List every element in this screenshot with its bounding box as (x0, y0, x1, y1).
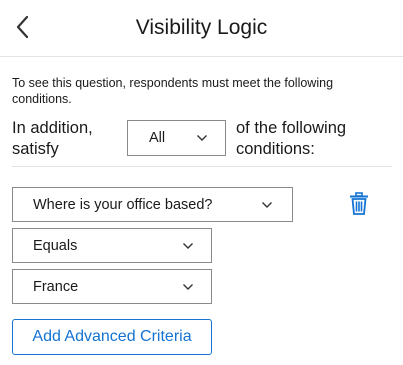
satisfy-prefix-label: In addition, satisfy (12, 118, 93, 160)
header: Visibility Logic (0, 0, 403, 57)
chevron-down-icon (183, 283, 193, 290)
satisfy-suffix-line-1: of the following (236, 119, 347, 137)
value-select-value: France (33, 278, 79, 295)
satisfy-suffix-line-2: conditions: (236, 140, 315, 158)
match-type-value: All (149, 130, 166, 146)
chevron-down-icon (183, 242, 193, 249)
satisfy-row: In addition, satisfy All of the followin… (12, 117, 392, 161)
match-type-select[interactable]: All (127, 120, 226, 156)
chevron-down-icon (262, 201, 272, 208)
value-select[interactable]: France (12, 269, 212, 304)
delete-condition-button[interactable] (348, 192, 370, 216)
page-title: Visibility Logic (135, 16, 268, 39)
add-advanced-criteria-button[interactable]: Add Advanced Criteria (12, 319, 212, 355)
trash-icon (350, 192, 368, 215)
divider (12, 166, 392, 167)
question-select[interactable]: Where is your office based? (12, 187, 293, 222)
intro-text: To see this question, respondents must m… (12, 76, 334, 106)
question-select-value: Where is your office based? (33, 196, 213, 213)
operator-select-value: Equals (33, 237, 78, 254)
satisfy-prefix-line-1: In addition, (12, 119, 93, 137)
satisfy-prefix-line-2: satisfy (12, 140, 59, 158)
chevron-down-icon (197, 135, 207, 141)
operator-select[interactable]: Equals (12, 228, 212, 263)
satisfy-suffix-label: of the following conditions: (236, 118, 346, 160)
